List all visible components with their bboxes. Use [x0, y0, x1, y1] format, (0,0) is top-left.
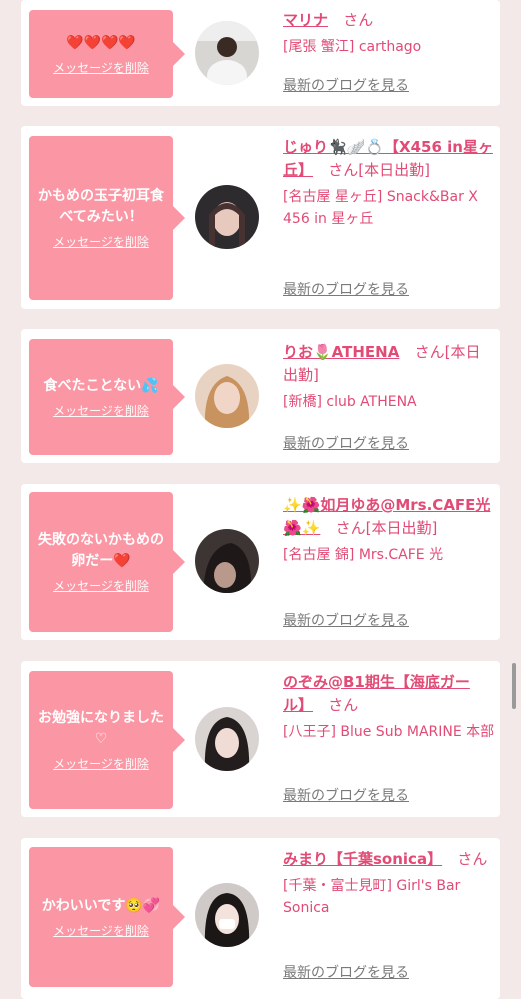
message-text: お勉強になりました♡	[38, 710, 164, 747]
latest-blog-link[interactable]: 最新のブログを見る	[283, 279, 409, 301]
delete-message-link[interactable]: メッセージを削除	[53, 59, 149, 76]
message-text: ❤️❤️❤️❤️	[66, 34, 136, 51]
delete-message-link[interactable]: メッセージを削除	[53, 577, 149, 594]
message-bubble: かもめの玉子初耳食べてみたい！ メッセージを削除	[29, 136, 185, 300]
avatar[interactable]	[195, 529, 259, 593]
status-text: [本日出勤]	[358, 161, 431, 179]
shop-info: [名古屋 錦] Mrs.CAFE 光	[283, 547, 444, 563]
latest-blog-link[interactable]: 最新のブログを見る	[283, 962, 409, 984]
shop-info: [名古屋 星ヶ丘] Snack&Bar X 456 in 星ヶ丘	[283, 189, 478, 227]
latest-blog-link[interactable]: 最新のブログを見る	[283, 785, 409, 807]
latest-blog-link[interactable]: 最新のブログを見る	[283, 610, 409, 632]
message-bubble: お勉強になりました♡ メッセージを削除	[29, 671, 185, 809]
honorific: さん	[414, 343, 445, 361]
delete-message-link[interactable]: メッセージを削除	[53, 402, 149, 419]
honorific: さん	[328, 161, 359, 179]
message-bubble: かわいいです🥺💞 メッセージを削除	[29, 847, 185, 987]
honorific: さん	[328, 696, 359, 714]
status-text: [本日出勤]	[365, 519, 438, 537]
user-info: じゅり🐈‍⬛🪽💍【X456 in星ヶ丘】 さん[本日出勤] [名古屋 星ヶ丘] …	[283, 136, 495, 298]
delete-message-link[interactable]: メッセージを削除	[53, 233, 149, 250]
message-bubble: 食べたことない💦 メッセージを削除	[29, 339, 185, 455]
user-info: りお🌷ATHENA さん[本日出勤] [新橋] club ATHENA 最新のブ…	[283, 341, 495, 452]
scrollbar[interactable]	[512, 663, 516, 709]
latest-blog-link[interactable]: 最新のブログを見る	[283, 75, 409, 97]
latest-blog-link[interactable]: 最新のブログを見る	[283, 433, 409, 455]
avatar[interactable]	[195, 364, 259, 428]
user-name-link[interactable]: マリナ	[283, 11, 328, 29]
message-text: かわいいです🥺💞	[41, 897, 161, 914]
message-text: 食べたことない💦	[43, 377, 159, 394]
user-info: マリナ さん [尾張 蟹江] carthago 最新のブログを見る	[283, 9, 495, 94]
avatar[interactable]	[195, 707, 259, 771]
honorific: さん	[457, 850, 488, 868]
shop-info: [八王子] Blue Sub MARINE 本部	[283, 724, 495, 740]
user-name-link[interactable]: りお🌷ATHENA	[283, 343, 399, 361]
message-card: かもめの玉子初耳食べてみたい！ メッセージを削除 じゅり🐈‍⬛🪽💍【X456 i…	[21, 126, 500, 309]
message-bubble: ❤️❤️❤️❤️ メッセージを削除	[29, 10, 185, 98]
user-info: みまり【千葉sonica】 さん [千葉・富士見町] Girl's Bar So…	[283, 848, 495, 981]
message-card: 失敗のないかもめの卵だー❤️ メッセージを削除 ✨🌺如月ゆあ@Mrs.CAFE光…	[21, 484, 500, 640]
user-name-link[interactable]: のぞみ@B1期生【海底ガール】	[283, 673, 470, 714]
shop-info: [尾張 蟹江] carthago	[283, 39, 422, 55]
message-text: 失敗のないかもめの卵だー❤️	[38, 532, 164, 569]
message-card: お勉強になりました♡ メッセージを削除 のぞみ@B1期生【海底ガール】 さん […	[21, 661, 500, 817]
honorific: さん	[335, 519, 366, 537]
delete-message-link[interactable]: メッセージを削除	[53, 755, 149, 772]
avatar[interactable]	[195, 21, 259, 85]
avatar[interactable]	[195, 185, 259, 249]
message-card: かわいいです🥺💞 メッセージを削除 みまり【千葉sonica】 さん [千葉・富…	[21, 838, 500, 999]
user-info: のぞみ@B1期生【海底ガール】 さん [八王子] Blue Sub MARINE…	[283, 671, 495, 804]
message-card: 食べたことない💦 メッセージを削除 りお🌷ATHENA さん[本日出勤] [新橋…	[21, 329, 500, 463]
avatar[interactable]	[195, 883, 259, 947]
delete-message-link[interactable]: メッセージを削除	[53, 922, 149, 939]
honorific: さん	[343, 11, 374, 29]
shop-info: [新橋] club ATHENA	[283, 394, 417, 410]
message-card: ❤️❤️❤️❤️ メッセージを削除 マリナ さん [尾張 蟹江] carthag…	[21, 0, 500, 106]
message-text: かもめの玉子初耳食べてみたい！	[38, 188, 164, 225]
message-bubble: 失敗のないかもめの卵だー❤️ メッセージを削除	[29, 492, 185, 632]
user-name-link[interactable]: みまり【千葉sonica】	[283, 850, 442, 868]
shop-info: [千葉・富士見町] Girl's Bar Sonica	[283, 878, 461, 916]
user-info: ✨🌺如月ゆあ@Mrs.CAFE光🌺✨ さん[本日出勤] [名古屋 錦] Mrs.…	[283, 494, 495, 629]
